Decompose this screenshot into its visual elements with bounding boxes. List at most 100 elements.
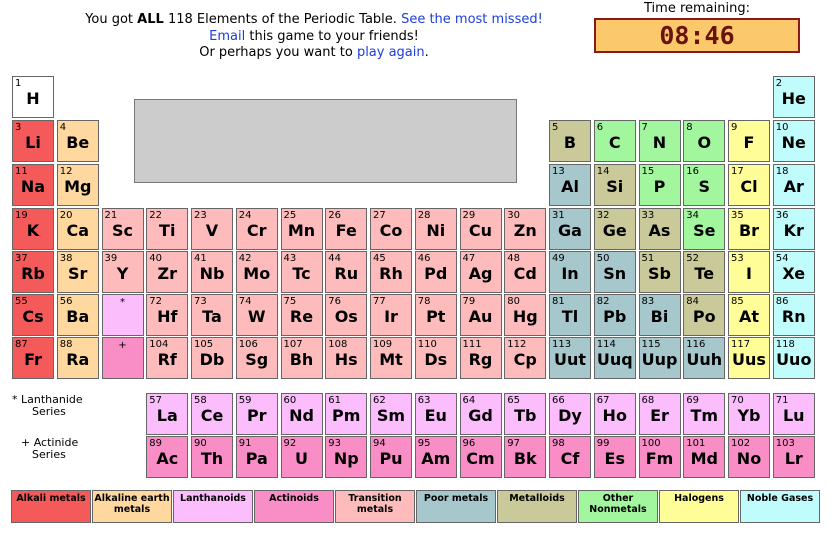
element-symbol: H: [26, 89, 40, 108]
result-line-1: You got ALL 118 Elements of the Periodic…: [14, 12, 614, 29]
atomic-number: 4: [59, 122, 67, 133]
element-bh: 107 Bh: [280, 337, 323, 379]
legend-actinoid: Actinoids: [254, 490, 334, 523]
play-again-link[interactable]: play again: [357, 45, 425, 60]
element-se: 34 Se: [683, 208, 726, 250]
result-message: You got ALL 118 Elements of the Periodic…: [14, 12, 614, 62]
atomic-number: 33: [641, 210, 655, 221]
legend-poor: Poor metals: [416, 490, 496, 523]
atomic-number: 101: [686, 438, 706, 449]
atomic-number: 5: [552, 122, 559, 133]
element-symbol: Rf: [157, 350, 177, 369]
atomic-number: 40: [149, 253, 162, 264]
element-nb: 41 Nb: [191, 251, 233, 293]
element-ca: 20 Ca: [56, 208, 99, 250]
atomic-number: 67: [596, 395, 610, 406]
element-hf: 72 Hf: [146, 294, 189, 336]
element-symbol: Pr: [246, 406, 267, 425]
atomic-number: 11: [15, 166, 28, 177]
element-symbol: Ba: [66, 307, 90, 326]
atomic-number: 49: [552, 253, 565, 264]
element-sm: 62 Sm: [370, 393, 412, 435]
legend-metalloid: Metalloids: [497, 490, 577, 523]
result-line-3: Or perhaps you want to play again.: [14, 45, 614, 62]
element-lr: 103 Lr: [772, 436, 815, 478]
element-pd: 46 Pd: [414, 251, 457, 293]
atomic-number: 34: [686, 210, 699, 221]
element-am: 95 Am: [414, 436, 457, 478]
element-symbol: Uuh: [686, 350, 723, 369]
legend-lanthanoid: Lanthanoids: [173, 490, 253, 523]
element-fr: 87 Fr: [12, 337, 54, 379]
element-symbol: Rg: [468, 350, 493, 369]
atomic-number: 3: [15, 122, 22, 133]
email-link[interactable]: Email: [209, 29, 245, 44]
element-cd: 48 Cd: [504, 251, 547, 293]
element-symbol: Sr: [68, 264, 88, 283]
element-symbol: Mt: [379, 350, 403, 369]
element-symbol: Ce: [200, 406, 224, 425]
element-v: 23 V: [191, 208, 233, 250]
element-rg: 111 Rg: [459, 337, 502, 379]
element-symbol: Te: [694, 264, 715, 283]
atomic-number: 2: [775, 78, 783, 89]
element-b: 5B: [549, 120, 591, 162]
atomic-number: 48: [507, 253, 520, 264]
element-pu: 94 Pu: [370, 436, 412, 478]
element-symbol: Hg: [512, 307, 538, 326]
atomic-number: 38: [59, 253, 73, 264]
atomic-number: 71: [775, 395, 789, 406]
result-line-2: Email this game to your friends!: [14, 29, 614, 46]
atomic-number: 61: [328, 395, 341, 406]
atomic-number: 102: [731, 438, 751, 449]
element-symbol: F: [743, 133, 755, 152]
element-w: 74 W: [235, 294, 278, 336]
atomic-number: 19: [15, 210, 28, 221]
most-missed-link[interactable]: See the most missed!: [401, 12, 543, 27]
atomic-number: 69: [686, 395, 699, 406]
atomic-number: 56: [59, 296, 73, 307]
atomic-number: 89: [149, 438, 162, 449]
element-pa: 91 Pa: [235, 436, 278, 478]
element-uuo: 118 Uuo: [772, 337, 815, 379]
atomic-number: 13: [552, 166, 565, 177]
element-cm: 96 Cm: [459, 436, 502, 478]
atomic-number: 47: [462, 253, 476, 264]
atomic-number: 42: [238, 253, 252, 264]
element-al: 13 Al: [549, 164, 591, 206]
element-symbol: Ar: [783, 177, 804, 196]
element-symbol: At: [738, 307, 760, 326]
element-symbol: In: [561, 264, 579, 283]
element-symbol: Sg: [245, 350, 269, 369]
element-ds: 110 Ds: [414, 337, 457, 379]
element-symbol: O: [697, 133, 712, 152]
element-symbol: Er: [650, 406, 669, 425]
atomic-number: 9: [731, 122, 738, 133]
element-s: 16 S: [683, 164, 726, 206]
element-dy: 66 Dy: [549, 393, 591, 435]
legend-nonmetal: Other Nonmetals: [578, 490, 658, 523]
element-uuh: 116 Uuh: [683, 337, 726, 379]
element-mo: 42 Mo: [235, 251, 278, 293]
element-symbol: Pt: [426, 307, 446, 326]
timer-label: Time remaining:: [644, 1, 750, 16]
element-symbol: Li: [25, 133, 41, 152]
element-rh: 45 Rh: [370, 251, 412, 293]
atomic-number: 77: [373, 296, 386, 307]
element-symbol: Mn: [287, 221, 316, 240]
element-symbol: Cd: [513, 264, 537, 283]
atomic-number: 55: [15, 296, 28, 307]
atomic-number: 72: [149, 296, 162, 307]
element-ho: 67 Ho: [593, 393, 636, 435]
element-symbol: Eu: [424, 406, 447, 425]
element-symbol: Zn: [513, 221, 537, 240]
element-symbol: La: [156, 406, 178, 425]
element-symbol: Be: [66, 133, 90, 152]
atomic-number: 25: [283, 210, 297, 221]
element-symbol: Md: [690, 449, 718, 468]
element-symbol: Gd: [468, 406, 493, 425]
element-ga: 31 Ga: [549, 208, 591, 250]
element-pm: 61 Pm: [325, 393, 368, 435]
element-ra: 88 Ra: [56, 337, 99, 379]
atomic-number: 96: [462, 438, 476, 449]
